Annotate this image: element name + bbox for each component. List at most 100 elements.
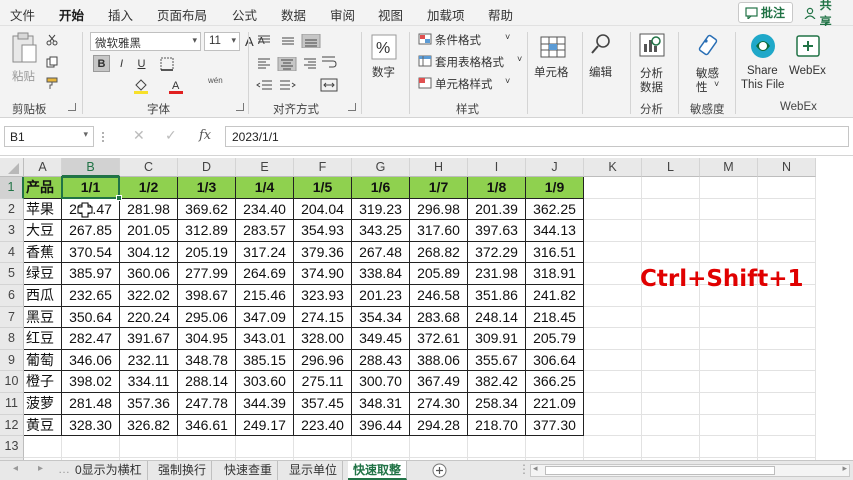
value-cell[interactable]: 338.84 (352, 263, 410, 285)
value-cell[interactable]: 346.61 (178, 414, 236, 437)
empty-cell[interactable] (758, 349, 816, 372)
product-name-cell[interactable]: 西瓜 (24, 285, 62, 307)
value-cell[interactable]: 350.64 (62, 306, 120, 329)
scrollbar-thumb[interactable] (545, 466, 775, 475)
value-cell[interactable]: 296.96 (294, 349, 352, 372)
worksheet-grid[interactable]: ABCDEFGHIJKLMN1234567891011121314产品1/11/… (0, 158, 853, 460)
value-cell[interactable]: 374.90 (294, 263, 352, 285)
header-cell[interactable]: 1/3 (178, 177, 236, 199)
value-cell[interactable]: 362.25 (526, 198, 584, 221)
value-cell[interactable]: 343.25 (352, 220, 410, 242)
column-header-d[interactable]: D (178, 158, 236, 177)
font-color-icon[interactable]: A (168, 78, 184, 94)
empty-cell[interactable] (758, 371, 816, 393)
value-cell[interactable]: 281.98 (120, 198, 178, 221)
conditional-format-icon[interactable] (418, 33, 432, 45)
scroll-left-arrow-icon[interactable]: ◂ (533, 463, 538, 474)
tab-split-icon[interactable]: ⋮ (518, 462, 530, 476)
value-cell[interactable]: 205.19 (178, 241, 236, 264)
product-name-cell[interactable]: 黑豆 (24, 306, 62, 329)
value-cell[interactable]: 370.54 (62, 241, 120, 264)
row-header-7[interactable]: 7 (0, 306, 24, 329)
empty-cell[interactable] (584, 393, 642, 415)
column-header-a[interactable]: A (24, 158, 62, 177)
header-cell[interactable]: 1/5 (294, 177, 352, 199)
value-cell[interactable]: 304.95 (178, 328, 236, 350)
analyze-label-2[interactable]: 数据 (640, 79, 663, 95)
cancel-icon[interactable]: ✕ (133, 127, 145, 144)
product-name-cell[interactable]: 绿豆 (24, 263, 62, 285)
header-cell[interactable]: 1/7 (410, 177, 468, 199)
header-cell[interactable]: 1/6 (352, 177, 410, 199)
row-header-13[interactable]: 13 (0, 436, 24, 458)
value-cell[interactable]: 343.01 (236, 328, 294, 350)
italic-button[interactable]: I (113, 55, 130, 72)
value-cell[interactable]: 306.64 (526, 349, 584, 372)
empty-cell[interactable] (700, 349, 758, 372)
font-launcher-icon[interactable] (236, 103, 244, 111)
fill-color-icon[interactable] (133, 78, 149, 94)
empty-cell[interactable] (584, 436, 642, 458)
value-cell[interactable]: 294.28 (410, 414, 468, 437)
webex-share-icon[interactable] (749, 32, 777, 60)
sheet-tab-4[interactable]: 快速取整 (348, 461, 408, 480)
value-cell[interactable]: 201.23 (352, 285, 410, 307)
value-cell[interactable]: 385.97 (62, 263, 120, 285)
empty-cell[interactable] (352, 436, 410, 458)
value-cell[interactable]: 369.62 (178, 198, 236, 221)
formula-input[interactable]: 2023/1/1 (225, 126, 849, 147)
row-header-11[interactable]: 11 (0, 393, 24, 415)
tab-review[interactable]: 审阅 (330, 5, 355, 24)
share-button[interactable]: 共享 (797, 0, 850, 29)
value-cell[interactable]: 334.11 (120, 371, 178, 393)
value-cell[interactable]: 377.30 (526, 414, 584, 437)
header-cell[interactable]: 1/1 (62, 177, 120, 199)
value-cell[interactable]: 351.86 (468, 285, 526, 307)
column-header-m[interactable]: M (700, 158, 758, 177)
vertical-align-icons[interactable] (256, 34, 334, 48)
value-cell[interactable]: 215.46 (236, 285, 294, 307)
tab-file[interactable]: 文件 (10, 5, 35, 24)
empty-cell[interactable] (24, 436, 62, 458)
value-cell[interactable]: 317.60 (410, 220, 468, 242)
value-cell[interactable]: 385.15 (236, 349, 294, 372)
value-cell[interactable]: 388.06 (410, 349, 468, 372)
empty-cell[interactable] (584, 285, 642, 307)
empty-cell[interactable] (700, 328, 758, 350)
empty-cell[interactable] (642, 414, 700, 437)
value-cell[interactable]: 354.34 (352, 306, 410, 329)
empty-cell[interactable] (642, 349, 700, 372)
value-cell[interactable]: 241.82 (526, 285, 584, 307)
fill-handle[interactable] (116, 194, 122, 201)
value-cell[interactable]: 328.30 (62, 414, 120, 437)
empty-cell[interactable] (468, 436, 526, 458)
value-cell[interactable]: 300.70 (352, 371, 410, 393)
row-header-2[interactable]: 2 (0, 198, 24, 221)
row-header-12[interactable]: 12 (0, 414, 24, 437)
value-cell[interactable]: 258.34 (468, 393, 526, 415)
empty-cell[interactable] (758, 436, 816, 458)
product-name-cell[interactable]: 橙子 (24, 371, 62, 393)
value-cell[interactable]: 367.49 (410, 371, 468, 393)
name-box[interactable]: B1 ▾ (4, 126, 94, 147)
row-header-6[interactable]: 6 (0, 285, 24, 307)
value-cell[interactable]: 360.06 (120, 263, 178, 285)
webex-label[interactable]: WebEx (789, 65, 826, 77)
editing-label[interactable]: 编辑 (589, 64, 612, 80)
value-cell[interactable]: 372.61 (410, 328, 468, 350)
column-header-i[interactable]: I (468, 158, 526, 177)
empty-cell[interactable] (584, 414, 642, 437)
empty-cell[interactable] (584, 177, 642, 199)
alignment-launcher-icon[interactable] (348, 103, 356, 111)
indent-icons[interactable] (256, 79, 308, 93)
product-name-cell[interactable]: 葡萄 (24, 349, 62, 372)
scroll-left-icon[interactable]: ◂ (13, 463, 18, 474)
sensitivity-label-2[interactable]: 性 (696, 79, 708, 95)
empty-cell[interactable] (236, 436, 294, 458)
empty-cell[interactable] (700, 177, 758, 199)
empty-cell[interactable] (584, 220, 642, 242)
value-cell[interactable]: 275.11 (294, 371, 352, 393)
product-name-cell[interactable]: 苹果 (24, 198, 62, 221)
grow-font-icon[interactable]: A (245, 34, 254, 49)
font-size-select[interactable]: 11 ▾ (204, 32, 240, 51)
